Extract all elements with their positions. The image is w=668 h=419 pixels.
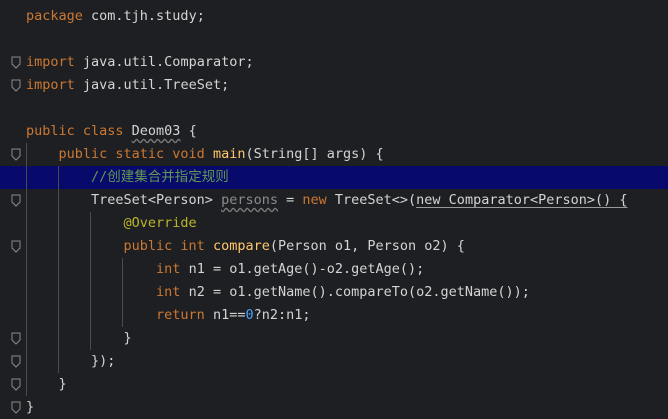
code-token: int [26, 261, 189, 277]
code-line[interactable]: } [0, 396, 668, 419]
fold-marker-icon[interactable] [11, 148, 21, 161]
code-text: import java.util.Comparator; [26, 51, 254, 74]
code-token: int [26, 284, 189, 300]
code-line[interactable] [0, 28, 668, 51]
code-line[interactable]: public class Deom03 { [0, 120, 668, 143]
indent-guide [58, 166, 59, 373]
code-text: return n1==0?n2:n1; [26, 304, 311, 327]
code-line[interactable]: int n1 = o1.getAge()-o2.getAge(); [0, 258, 668, 281]
code-token: ?n2:n1; [253, 307, 311, 323]
code-text: public int compare(Person o1, Person o2)… [26, 235, 465, 258]
fold-marker-icon[interactable] [11, 401, 21, 414]
fold-marker-icon[interactable] [11, 194, 21, 207]
code-text: public static void main(String[] args) { [26, 143, 384, 166]
code-token: main [212, 146, 246, 162]
code-text: @Override [26, 212, 197, 235]
code-text: } [26, 373, 67, 396]
code-line[interactable]: public static void main(String[] args) { [0, 143, 668, 166]
code-token: TreeSet<>( [334, 192, 417, 208]
indent-guide [90, 212, 91, 350]
indent-guide [122, 258, 123, 327]
code-token: } [26, 399, 35, 415]
code-token: }); [26, 353, 116, 369]
code-token: TreeSet<Person> [26, 192, 222, 208]
code-text: } [26, 396, 34, 419]
code-line[interactable]: @Override [0, 212, 668, 235]
code-line[interactable]: public int compare(Person o1, Person o2)… [0, 235, 668, 258]
code-token: } [26, 330, 132, 346]
code-token: new Comparator<Person>() { [416, 192, 628, 208]
fold-marker-icon[interactable] [11, 332, 21, 345]
code-token: n2 = o1.getName().compareTo(o2.getName()… [188, 284, 530, 300]
code-token: java.util.TreeSet; [82, 77, 230, 93]
code-text: } [26, 327, 132, 350]
code-line[interactable]: }); [0, 350, 668, 373]
code-token: //创建集合并指定规则 [26, 169, 229, 185]
code-line[interactable]: import java.util.Comparator; [0, 51, 668, 74]
code-text: TreeSet<Person> persons = new TreeSet<>(… [26, 189, 628, 212]
code-token: Deom03 [131, 123, 181, 139]
code-line[interactable]: return n1==0?n2:n1; [0, 304, 668, 327]
code-token: 0 [245, 307, 254, 323]
code-token: (String[] args) { [245, 146, 384, 162]
code-token: return [26, 307, 213, 323]
code-text: }); [26, 350, 115, 373]
code-token: = [277, 192, 303, 208]
code-token: (Person o1, Person o2) { [269, 238, 465, 254]
code-token: @Override [26, 215, 197, 231]
code-line[interactable]: //创建集合并指定规则 [0, 166, 668, 189]
code-text: int n2 = o1.getName().compareTo(o2.getNa… [26, 281, 530, 304]
code-line[interactable]: } [0, 373, 668, 396]
code-text: package com.tjh.study; [26, 5, 205, 28]
code-text: //创建集合并指定规则 [26, 166, 229, 189]
fold-marker-icon[interactable] [11, 56, 21, 69]
code-text: int n1 = o1.getAge()-o2.getAge(); [26, 258, 424, 281]
code-line[interactable]: package com.tjh.study; [0, 5, 668, 28]
code-text: public class Deom03 { [26, 120, 197, 143]
fold-marker-icon[interactable] [11, 378, 21, 391]
fold-marker-icon[interactable] [11, 240, 21, 253]
code-token: com.tjh.study; [91, 8, 205, 24]
code-token: public int [26, 238, 213, 254]
code-token: package [26, 8, 92, 24]
code-text: import java.util.TreeSet; [26, 74, 229, 97]
code-token: { [180, 123, 197, 139]
code-token: n1== [212, 307, 246, 323]
code-token: } [26, 376, 67, 392]
fold-marker-icon[interactable] [11, 355, 21, 368]
code-token: public static void [26, 146, 213, 162]
code-token: n1 = o1.getAge()-o2.getAge(); [188, 261, 425, 277]
code-line[interactable] [0, 97, 668, 120]
code-line[interactable]: int n2 = o1.getName().compareTo(o2.getNa… [0, 281, 668, 304]
fold-marker-icon[interactable] [11, 79, 21, 92]
indent-guide [26, 143, 27, 396]
code-token: java.util.Comparator; [82, 54, 254, 70]
code-token: persons [221, 192, 278, 208]
code-editor[interactable]: package com.tjh.study; import java.util.C… [0, 0, 668, 418]
code-token: compare [212, 238, 270, 254]
code-line[interactable]: } [0, 327, 668, 350]
code-token: new [302, 192, 335, 208]
code-line[interactable]: TreeSet<Person> persons = new TreeSet<>(… [0, 189, 668, 212]
code-token: import [26, 54, 83, 70]
code-token: public class [26, 123, 132, 139]
code-line[interactable]: import java.util.TreeSet; [0, 74, 668, 97]
code-token: import [26, 77, 83, 93]
